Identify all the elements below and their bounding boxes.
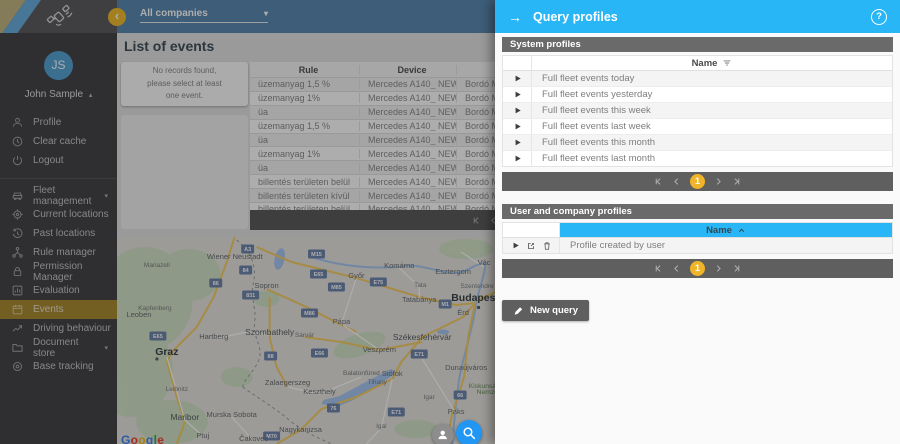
first-page-icon[interactable] [654,264,663,273]
profile-name: Full fleet events yesterday [532,87,892,102]
system-profiles-pagination: 1 [502,172,893,191]
profile-row-actions [503,151,532,166]
panel-header: → Query profiles ? [495,0,900,33]
profile-row-actions [503,119,532,134]
profile-row[interactable]: Full fleet events last month [503,151,892,166]
person-icon [435,427,450,442]
panel-title: Query profiles [533,10,618,24]
run-profile-icon[interactable] [513,106,522,115]
pencil-icon [513,306,523,316]
profile-row[interactable]: Full fleet events this month [503,135,892,151]
profile-row-actions [503,87,532,102]
first-page-icon[interactable] [654,177,663,186]
prev-page-icon[interactable] [672,264,681,273]
run-profile-icon[interactable] [513,154,522,163]
sort-icon [722,58,732,68]
profile-row[interactable]: Full fleet events yesterday [503,87,892,103]
run-profile-icon[interactable] [513,90,522,99]
profile-name: Full fleet events last week [532,119,892,134]
search-icon [460,424,478,442]
next-page-icon[interactable] [714,264,723,273]
app: All companies ▾ JS John Sample ▴ Prof [0,0,900,444]
name-header-label: Name [706,225,732,236]
profile-name: Full fleet events today [532,71,892,86]
profile-row[interactable]: Full fleet events last week [503,119,892,135]
profile-row[interactable]: Full fleet events this week [503,103,892,119]
run-profile-icon[interactable] [513,74,522,83]
run-profile-icon[interactable] [513,122,522,131]
actions-column-header [503,223,560,237]
sort-asc-icon [737,226,746,235]
delete-icon[interactable] [542,241,552,251]
modal-dim-overlay[interactable] [0,0,495,444]
user-profiles-table: Name Profile created by user [502,222,893,254]
next-page-icon[interactable] [714,177,723,186]
profile-row-actions [503,103,532,118]
profile-row[interactable]: Full fleet events today [503,71,892,87]
prev-page-icon[interactable] [672,177,681,186]
expand-column-header [503,56,532,70]
last-page-icon[interactable] [732,177,741,186]
profile-name: Profile created by user [560,238,892,253]
panel-body: System profiles Name Full fleet events t… [495,33,900,325]
system-profiles-table-header: Name [503,56,892,71]
profile-row-actions [503,238,560,253]
user-profiles-pagination: 1 [502,259,893,278]
new-query-label: New query [530,305,578,316]
map-buttons [432,420,482,444]
current-page-badge[interactable]: 1 [690,261,705,276]
help-icon[interactable]: ? [871,9,887,25]
name-header-label: Name [692,58,718,69]
name-column-header[interactable]: Name [560,223,892,237]
profile-name: Full fleet events last month [532,151,892,166]
user-profiles-rows: Profile created by user [503,238,892,253]
run-profile-icon[interactable] [513,138,522,147]
arrow-right-icon[interactable]: → [508,9,522,25]
profile-row[interactable]: Profile created by user [503,238,892,253]
profile-name: Full fleet events this week [532,103,892,118]
system-profiles-rows: Full fleet events todayFull fleet events… [503,71,892,166]
profile-name: Full fleet events this month [532,135,892,150]
open-in-new-icon[interactable] [526,241,536,251]
last-page-icon[interactable] [732,264,741,273]
locate-user-button[interactable] [432,424,454,444]
system-profiles-header: System profiles [502,37,893,52]
map-search-button[interactable] [456,420,482,444]
user-profiles-header: User and company profiles [502,204,893,219]
query-profiles-panel: → Query profiles ? System profiles Name … [495,0,900,444]
new-query-button[interactable]: New query [502,300,589,321]
system-profiles-table: Name Full fleet events todayFull fleet e… [502,55,893,167]
profile-row-actions [503,71,532,86]
name-column-header[interactable]: Name [532,56,892,70]
current-page-badge[interactable]: 1 [690,174,705,189]
run-profile-icon[interactable] [511,241,520,250]
user-profiles-table-header: Name [503,223,892,238]
profile-row-actions [503,135,532,150]
